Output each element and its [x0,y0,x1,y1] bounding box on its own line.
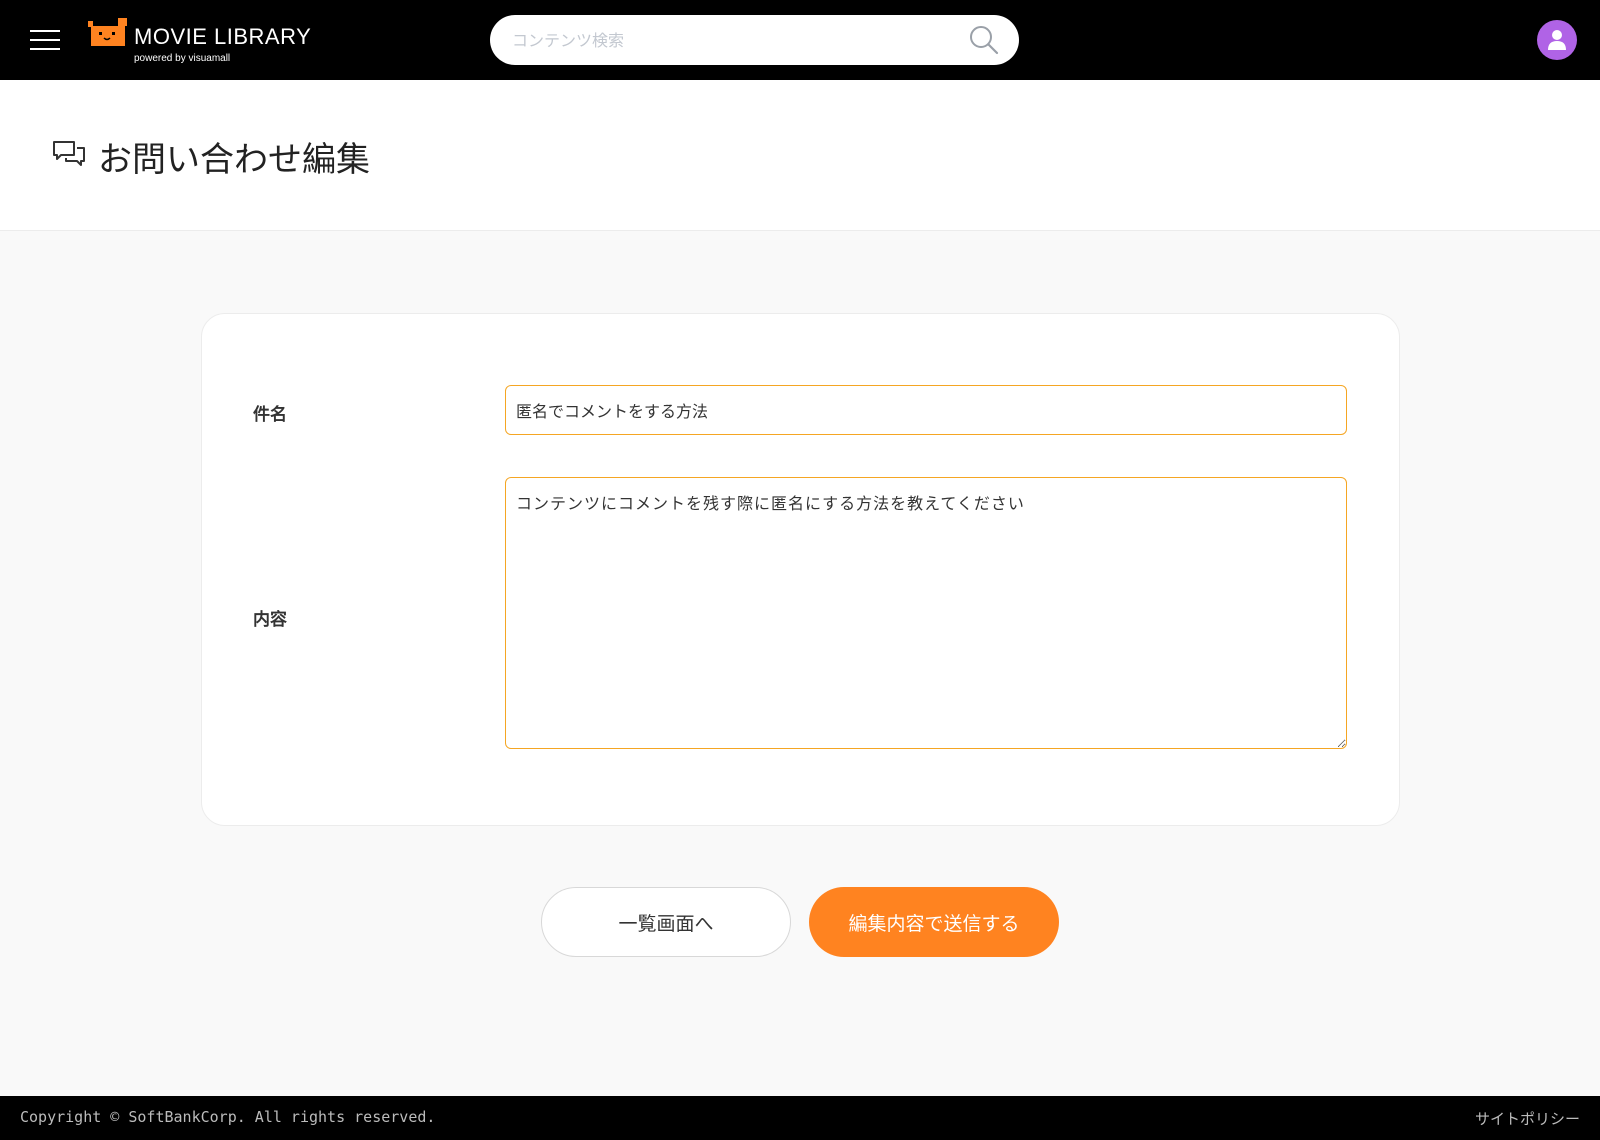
site-policy-link[interactable]: サイトポリシー [1475,1108,1580,1129]
submit-edit-button[interactable]: 編集内容で送信する [809,887,1059,957]
search-input[interactable] [510,15,950,65]
app-logo[interactable]: MOVIE LIBRARY powered by visuamall [88,18,313,68]
top-navbar: MOVIE LIBRARY powered by visuamall [0,0,1600,80]
app-subtitle: powered by visuamall [134,53,231,64]
user-icon [1548,30,1566,50]
subject-input[interactable] [505,385,1347,435]
app-title: MOVIE LIBRARY [134,24,312,49]
subject-label: 件名 [253,405,287,425]
back-to-list-button[interactable]: 一覧画面へ [541,887,791,957]
content-label: 内容 [253,610,287,630]
page-title: お問い合わせ編集 [98,140,370,180]
page-header: お問い合わせ編集 [0,80,1600,231]
copyright-text: Copyright © SoftBankCorp. All rights res… [20,1108,436,1126]
logo-icon [88,18,127,46]
search-icon[interactable] [968,24,1000,56]
chat-bubbles-icon [53,141,85,166]
content-textarea[interactable]: コンテンツにコメントを残す際に匿名にする方法を教えてください [505,477,1347,749]
menu-icon[interactable] [30,28,60,52]
user-avatar-button[interactable] [1537,20,1577,60]
footer: Copyright © SoftBankCorp. All rights res… [0,1096,1600,1140]
search-bar [490,15,1019,65]
